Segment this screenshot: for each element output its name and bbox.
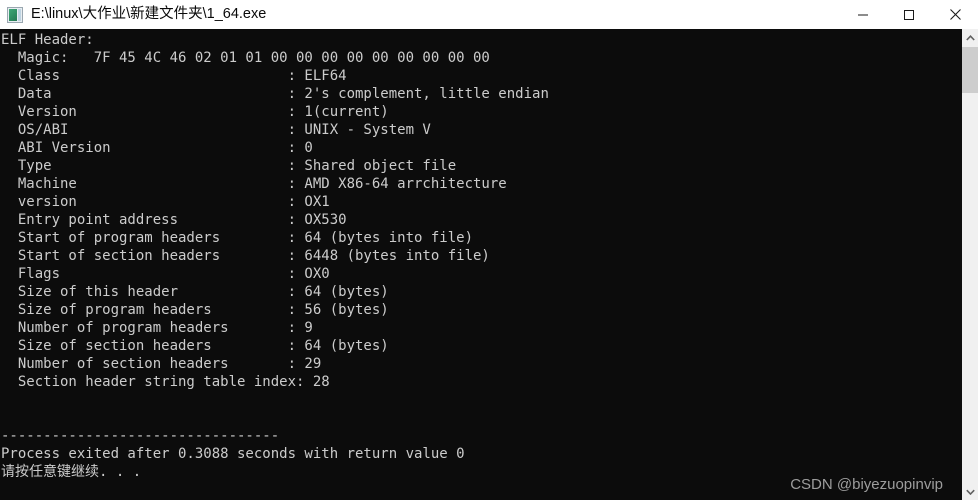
console-line: OS/ABI : UNIX - System V: [1, 122, 431, 138]
scroll-up-arrow-icon[interactable]: [962, 29, 978, 46]
console-line: Size of this header : 64 (bytes): [1, 284, 389, 300]
window-title: E:\linux\大作业\新建文件夹\1_64.exe: [31, 6, 267, 22]
console-line: Start of program headers : 64 (bytes int…: [1, 230, 474, 246]
console-line: Class : ELF64: [1, 68, 347, 84]
scroll-thumb[interactable]: [962, 47, 978, 93]
console-line: Machine : AMD X86-64 arrchitecture: [1, 176, 507, 192]
console-line: Number of section headers : 29: [1, 356, 322, 372]
console-line: Entry point address : OX530: [1, 212, 347, 228]
minimize-button[interactable]: [840, 0, 886, 29]
maximize-button[interactable]: [886, 0, 932, 29]
console-line: Number of program headers : 9: [1, 320, 313, 336]
console-line: version : OX1: [1, 194, 330, 210]
app-icon-side: [18, 8, 21, 21]
title-bar: E:\linux\大作业\新建文件夹\1_64.exe: [0, 0, 978, 29]
console-line: ELF Header:: [1, 32, 94, 48]
console-output-area[interactable]: ELF Header: Magic: 7F 45 4C 46 02 01 01 …: [0, 29, 978, 500]
close-button[interactable]: [932, 0, 978, 29]
console-text: ELF Header: Magic: 7F 45 4C 46 02 01 01 …: [0, 29, 950, 481]
console-line: Size of program headers : 56 (bytes): [1, 302, 389, 318]
console-line: Version : 1(current): [1, 104, 389, 120]
console-line: Data : 2's complement, little endian: [1, 86, 549, 102]
console-line: Start of section headers : 6448 (bytes i…: [1, 248, 490, 264]
console-line: Type : Shared object file: [1, 158, 457, 174]
console-line: ---------------------------------: [1, 428, 280, 444]
console-window: E:\linux\大作业\新建文件夹\1_64.exe ELF Header: …: [0, 0, 978, 500]
console-line: Size of section headers : 64 (bytes): [1, 338, 389, 354]
scroll-down-arrow-icon[interactable]: [962, 483, 978, 500]
console-line: 请按任意键继续. . .: [1, 464, 142, 480]
console-line: ABI Version : 0: [1, 140, 313, 156]
console-line: Section header string table index: 28: [1, 374, 330, 390]
console-line: Process exited after 0.3088 seconds with…: [1, 446, 465, 462]
window-controls: [840, 0, 978, 29]
console-scrollbar[interactable]: [961, 29, 978, 500]
console-line: Flags : OX0: [1, 266, 330, 282]
app-icon-screen: [9, 8, 17, 21]
console-app-icon: [7, 6, 23, 23]
console-line: Magic: 7F 45 4C 46 02 01 01 00 00 00 00 …: [1, 50, 490, 66]
